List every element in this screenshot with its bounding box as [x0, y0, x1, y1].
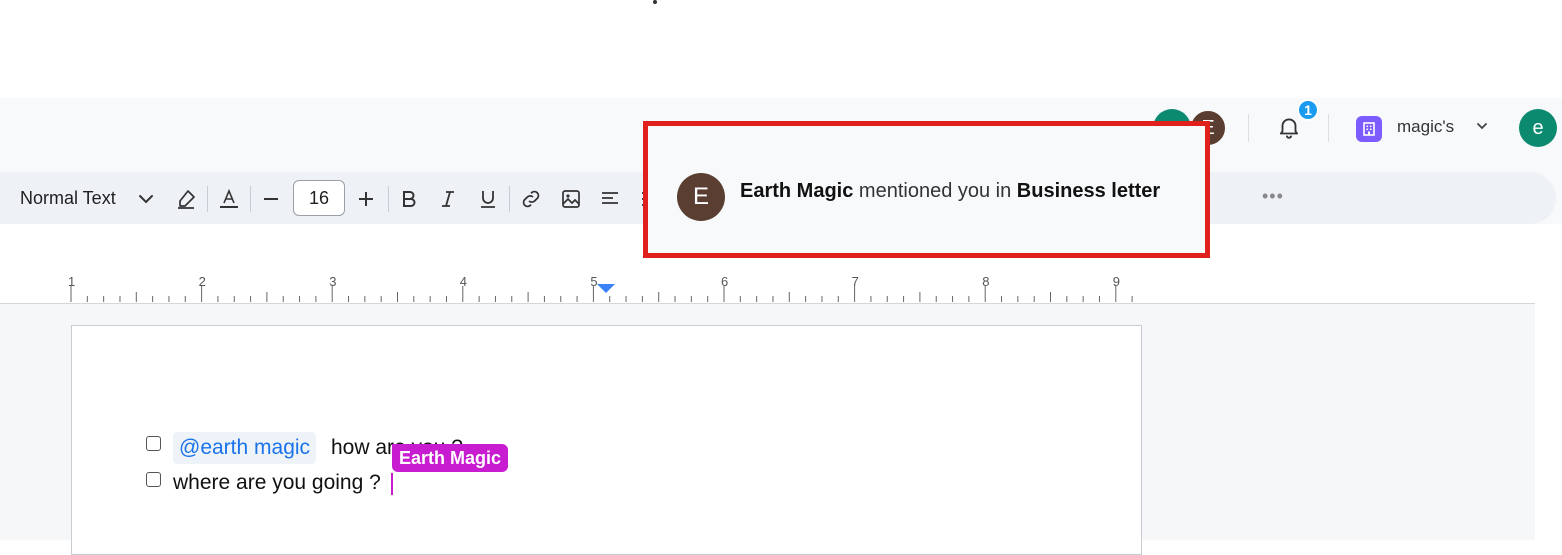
underline-icon[interactable]	[476, 187, 500, 211]
ruler-number: 4	[459, 274, 468, 289]
plus-icon[interactable]	[354, 187, 378, 211]
bold-icon[interactable]	[397, 187, 421, 211]
collaborator-caret	[391, 473, 393, 495]
workspace-icon[interactable]	[1356, 116, 1382, 142]
text-color-icon[interactable]	[217, 187, 241, 211]
chevron-down-icon[interactable]	[134, 187, 158, 211]
mention-chip[interactable]: @earth magic	[173, 432, 317, 464]
ruler-number: 9	[1112, 274, 1121, 289]
ruler-ticks	[70, 286, 1133, 302]
bell-icon[interactable]	[1276, 114, 1302, 140]
chevron-down-icon[interactable]	[1474, 118, 1490, 134]
ruler-number: 7	[851, 274, 859, 289]
collaborator-cursor-label: Earth Magic	[392, 444, 509, 472]
decorative-dot	[653, 0, 657, 4]
ruler-number: 6	[721, 274, 729, 289]
text-style-dropdown[interactable]: Normal Text	[20, 188, 116, 209]
task-checkbox[interactable]	[146, 472, 161, 487]
align-left-icon[interactable]	[598, 187, 622, 211]
toolbar-divider	[388, 186, 389, 212]
image-icon[interactable]	[559, 187, 583, 211]
divider	[1328, 114, 1329, 142]
avatar-initial: e	[1532, 116, 1544, 139]
indent-marker[interactable]	[597, 284, 615, 293]
ruler	[0, 268, 1535, 304]
minus-icon[interactable]	[259, 187, 283, 211]
notification-badge: 1	[1297, 99, 1319, 121]
toolbar-divider	[250, 186, 251, 212]
italic-icon[interactable]	[436, 187, 460, 211]
highlighter-icon[interactable]	[174, 187, 198, 211]
task-checkbox[interactable]	[146, 436, 161, 451]
ruler-number: 2	[198, 274, 206, 289]
divider	[1248, 114, 1249, 142]
font-size-input[interactable]: 16	[293, 180, 345, 216]
ruler-number: 8	[982, 274, 990, 289]
workspace-name[interactable]: magic's	[1397, 117, 1454, 137]
link-icon[interactable]	[519, 187, 543, 211]
building-icon	[1363, 122, 1375, 136]
more-options-button[interactable]: •••	[1262, 186, 1284, 207]
current-user-avatar[interactable]: e	[1519, 109, 1557, 147]
ruler-number: 3	[329, 274, 337, 289]
toolbar-divider	[509, 186, 510, 212]
highlight-box	[643, 121, 1210, 258]
ruler-number: 1	[68, 274, 76, 289]
task-text[interactable]: where are you going ?	[173, 471, 381, 495]
toolbar-divider	[207, 186, 208, 212]
